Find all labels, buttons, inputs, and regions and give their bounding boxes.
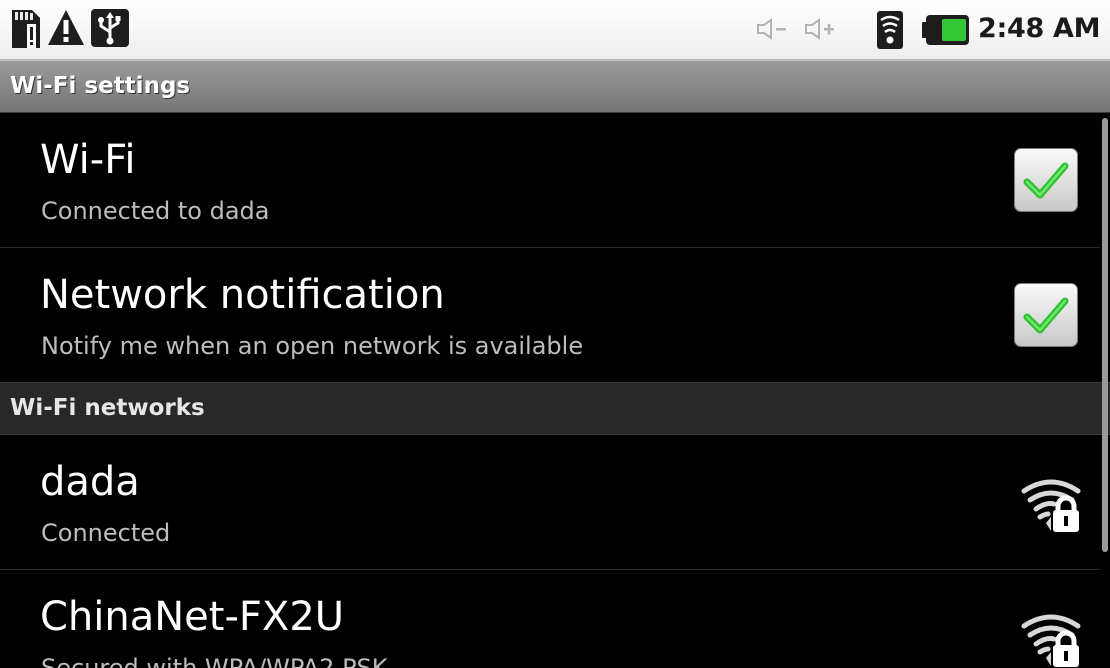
volume-down-icon bbox=[756, 18, 790, 44]
network-notification-summary: Notify me when an open network is availa… bbox=[41, 332, 584, 360]
wifi-signal-icon bbox=[877, 11, 903, 53]
network-ssid: ChinaNet-FX2U bbox=[40, 594, 345, 640]
wifi-lock-icon bbox=[1018, 606, 1084, 668]
status-clock: 2:48 AM bbox=[978, 13, 1101, 44]
network-status: Secured with WPA/WPA2 PSK bbox=[41, 654, 388, 668]
volume-up-icon bbox=[804, 18, 838, 44]
page-title: Wi-Fi settings bbox=[10, 73, 191, 99]
screen: 2:48 AM Wi-Fi settings Wi-Fi Connected t… bbox=[0, 0, 1110, 668]
network-item-chinanet[interactable]: ChinaNet-FX2U Secured with WPA/WPA2 PSK bbox=[0, 570, 1100, 668]
wifi-summary: Connected to dada bbox=[41, 197, 270, 225]
usb-icon bbox=[90, 8, 130, 52]
scrollbar[interactable] bbox=[1102, 118, 1108, 552]
checkmark-icon bbox=[1023, 297, 1069, 334]
wifi-networks-section-header: Wi-Fi networks bbox=[0, 382, 1110, 435]
checkmark-icon bbox=[1023, 162, 1069, 199]
network-ssid: dada bbox=[40, 459, 140, 505]
title-bar: Wi-Fi settings bbox=[0, 60, 1110, 113]
network-notification-row[interactable]: Network notification Notify me when an o… bbox=[0, 248, 1100, 382]
warning-icon bbox=[46, 8, 86, 52]
wifi-lock-icon bbox=[1018, 471, 1084, 541]
wifi-checkbox[interactable] bbox=[1014, 148, 1078, 212]
network-notification-title: Network notification bbox=[40, 272, 445, 318]
network-notification-checkbox[interactable] bbox=[1014, 283, 1078, 347]
battery-icon bbox=[922, 14, 970, 50]
sd-card-icon bbox=[6, 8, 42, 54]
status-bar[interactable]: 2:48 AM bbox=[0, 0, 1110, 60]
network-item-dada[interactable]: dada Connected bbox=[0, 435, 1100, 570]
wifi-toggle-row[interactable]: Wi-Fi Connected to dada bbox=[0, 113, 1100, 248]
wifi-title: Wi-Fi bbox=[40, 137, 136, 183]
section-title: Wi-Fi networks bbox=[10, 395, 205, 421]
network-status: Connected bbox=[41, 519, 171, 547]
